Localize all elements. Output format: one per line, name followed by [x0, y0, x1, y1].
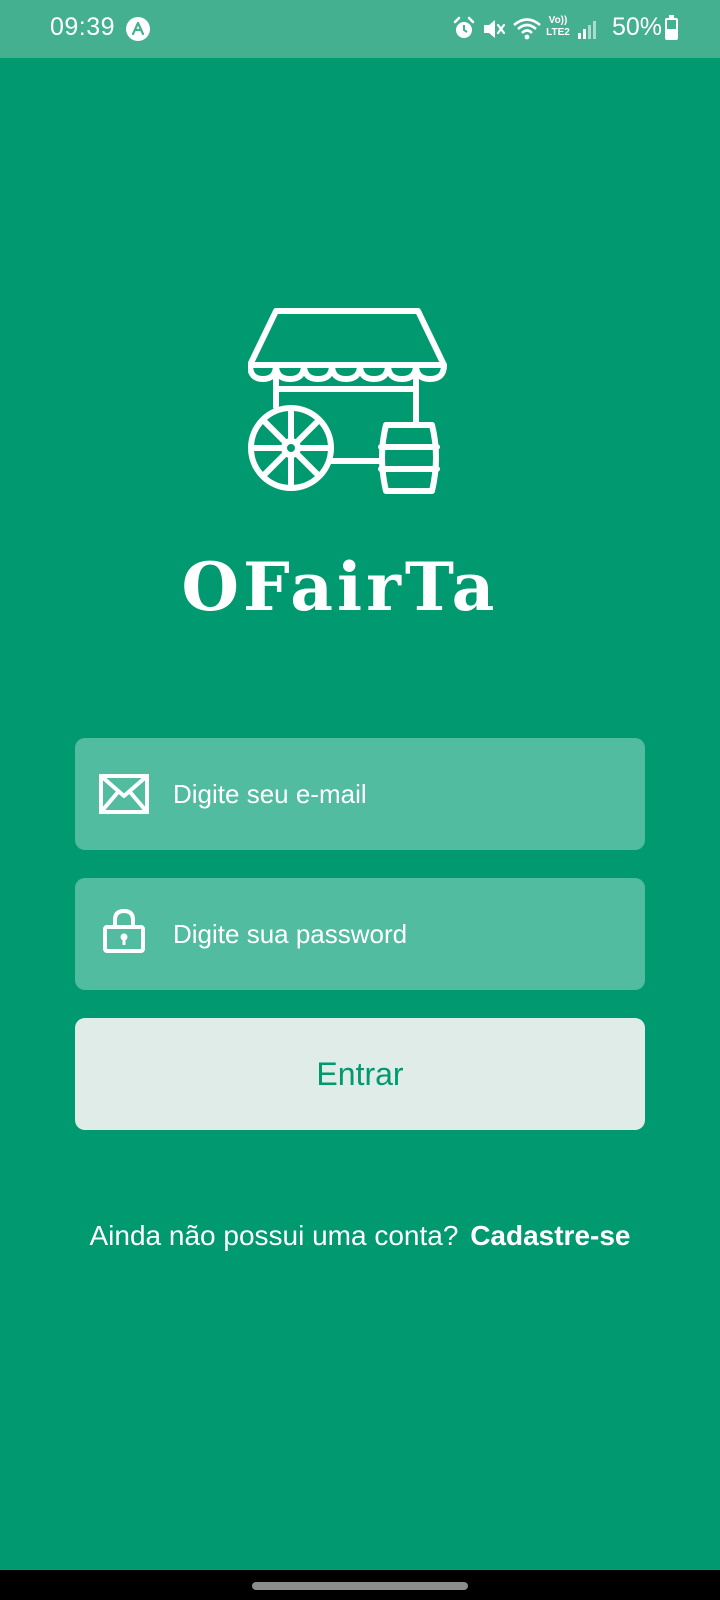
lock-icon — [103, 908, 145, 953]
signup-link[interactable]: Cadastre-se — [470, 1220, 630, 1251]
brand-name: OFairTa — [181, 548, 499, 626]
home-indicator[interactable] — [252, 1582, 468, 1590]
battery-percent: 50% — [612, 13, 663, 41]
navigation-bar — [0, 1570, 720, 1600]
market-cart-icon — [248, 308, 447, 494]
app-notification-icon — [126, 17, 150, 41]
status-time: 09:39 — [50, 13, 116, 41]
network-type-label: Vo)) LTE2 — [546, 15, 570, 38]
signal-icon — [578, 21, 596, 39]
envelope-icon — [99, 774, 149, 814]
signup-row: Ainda não possui uma conta? Cadastre-se — [0, 1220, 720, 1252]
battery-icon — [665, 15, 678, 40]
wifi-icon — [513, 18, 541, 40]
status-bar: 09:39 Vo)) LTE2 50% — [0, 0, 720, 58]
login-button[interactable]: Entrar — [75, 1018, 645, 1130]
signup-prompt: Ainda não possui uma conta? — [89, 1220, 459, 1251]
email-field[interactable] — [75, 738, 645, 850]
email-input[interactable] — [173, 738, 623, 850]
alarm-icon — [453, 16, 475, 38]
password-field[interactable] — [75, 878, 645, 990]
mute-icon — [484, 20, 506, 38]
password-input[interactable] — [173, 878, 623, 990]
